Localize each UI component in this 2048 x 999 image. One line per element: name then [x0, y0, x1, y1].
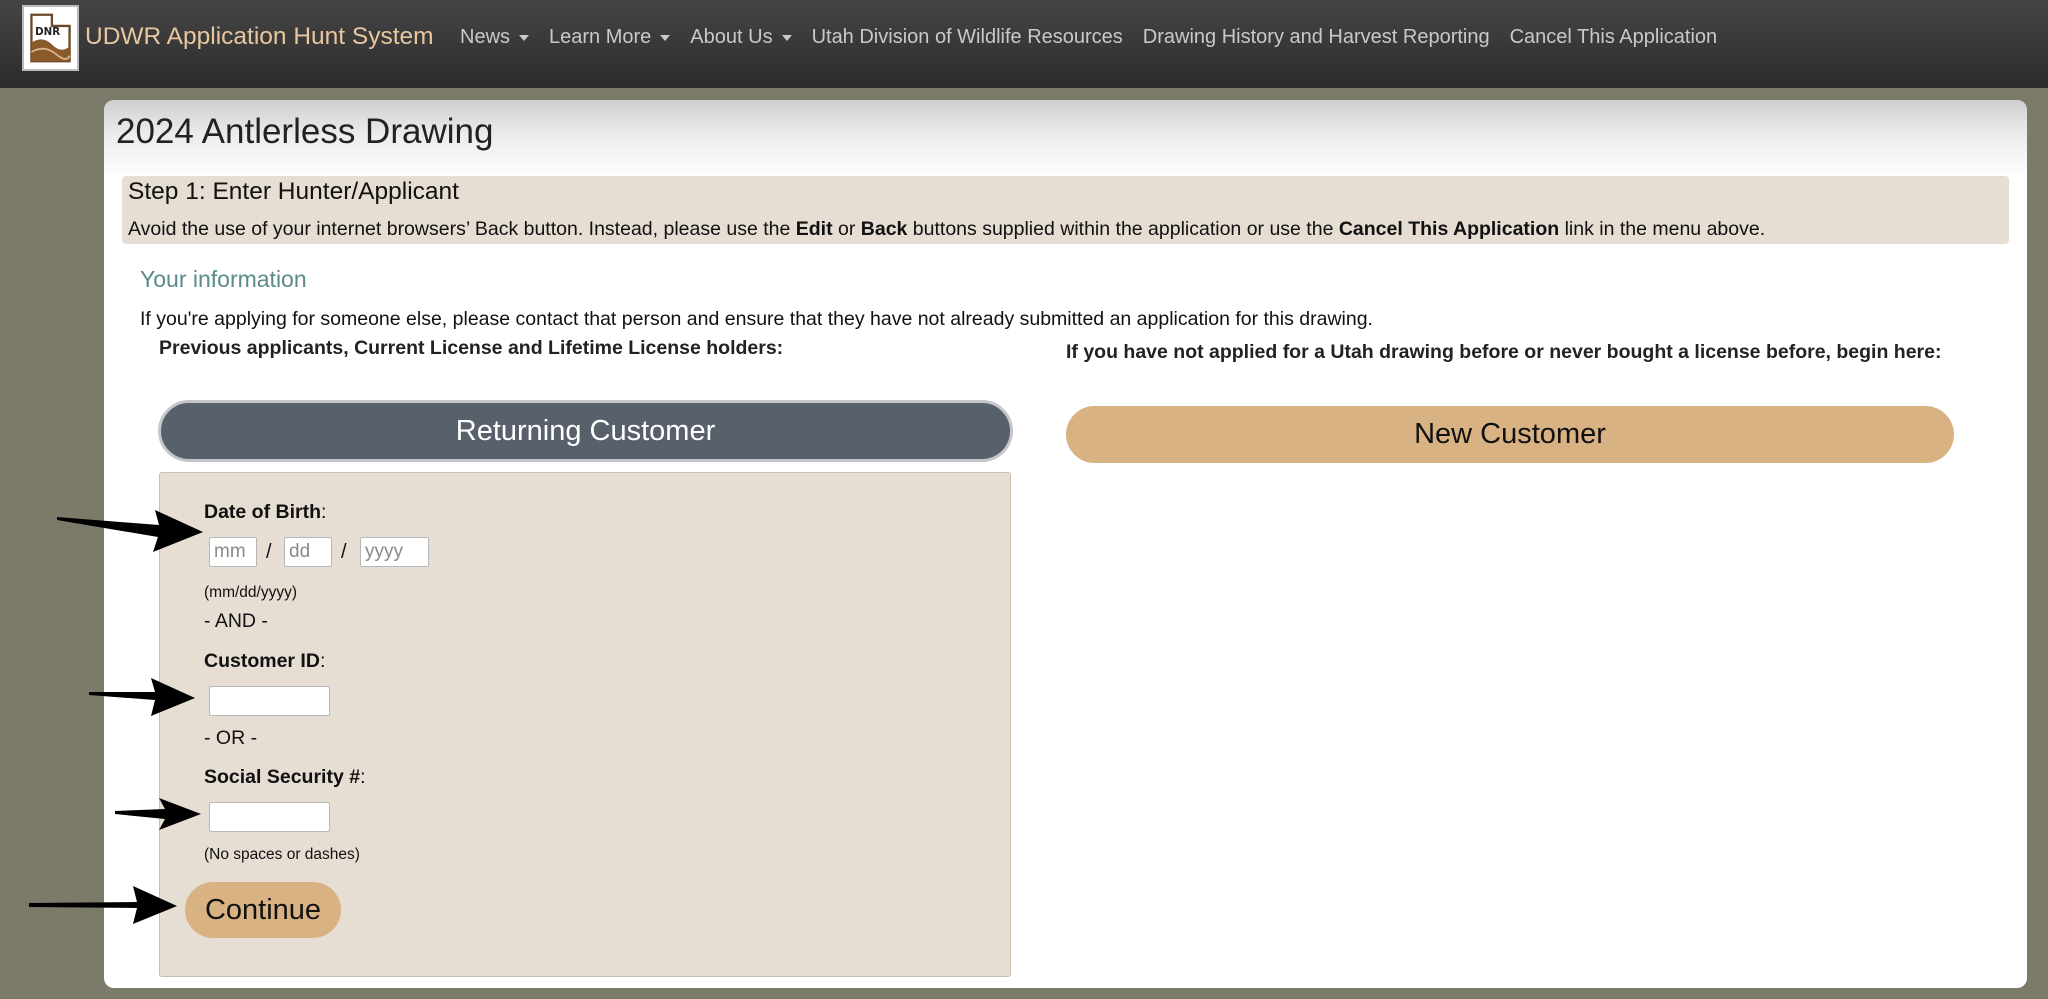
arrow-right-icon: [57, 510, 203, 552]
dnr-logo[interactable]: DNR: [22, 5, 79, 71]
back-emphasis: Back: [860, 218, 908, 240]
customer-id-input[interactable]: [209, 686, 330, 716]
dob-day-input[interactable]: [284, 537, 332, 567]
arrow-right-icon: [29, 886, 177, 924]
nav-udwr[interactable]: Utah Division of Wildlife Resources: [812, 26, 1123, 49]
returning-customer-form: Date of Birth: / / (mm/dd/yyyy) - AND - …: [159, 472, 1011, 977]
nav-about-us[interactable]: About Us: [690, 26, 792, 49]
edit-emphasis: Edit: [795, 218, 833, 240]
or-separator: - OR -: [204, 727, 258, 749]
returning-heading: Previous applicants, Current License and…: [159, 337, 784, 359]
dob-year-input[interactable]: [360, 537, 429, 567]
returning-customer-button[interactable]: Returning Customer: [158, 400, 1013, 462]
nav-learn-more[interactable]: Learn More: [549, 26, 671, 49]
customer-id-label: Customer ID:: [204, 650, 326, 672]
page-title: 2024 Antlerless Drawing: [116, 112, 494, 151]
top-navbar: DNR UDWR Application Hunt System News Le…: [0, 0, 2048, 88]
dob-hint: (mm/dd/yyyy): [204, 584, 297, 601]
chevron-down-icon: [660, 34, 671, 41]
ssn-hint: (No spaces or dashes): [204, 846, 360, 863]
chevron-down-icon: [781, 34, 792, 41]
dob-label: Date of Birth:: [204, 501, 327, 523]
dob-slash: /: [341, 541, 347, 563]
section-heading: Your information: [140, 266, 307, 292]
step-note: Avoid the use of your internet browsers’…: [128, 218, 1766, 240]
new-customer-button[interactable]: New Customer: [1066, 406, 1954, 463]
ssn-input[interactable]: [209, 802, 330, 832]
ssn-label: Social Security #:: [204, 766, 366, 788]
main-card: 2024 Antlerless Drawing Step 1: Enter Hu…: [104, 100, 2027, 988]
arrow-right-icon: [115, 798, 201, 830]
brand-title[interactable]: UDWR Application Hunt System: [85, 23, 434, 51]
cancel-emphasis: Cancel This Application: [1338, 218, 1560, 240]
arrow-right-icon: [89, 678, 195, 716]
nav-drawing-history[interactable]: Drawing History and Harvest Reporting: [1143, 26, 1490, 49]
new-heading: If you have not applied for a Utah drawi…: [1066, 341, 1942, 363]
chevron-down-icon: [519, 34, 530, 41]
and-separator: - AND -: [204, 610, 268, 632]
intro-text: If you're applying for someone else, ple…: [140, 308, 1373, 330]
nav-menu: News Learn More About Us Utah Division o…: [460, 26, 1737, 49]
step-title: Step 1: Enter Hunter/Applicant: [128, 178, 459, 205]
svg-text:DNR: DNR: [35, 27, 60, 38]
continue-button[interactable]: Continue: [185, 882, 341, 938]
dob-month-input[interactable]: [209, 537, 257, 567]
dob-slash: /: [266, 541, 272, 563]
step-banner: Step 1: Enter Hunter/Applicant Avoid the…: [122, 176, 2009, 244]
card-header: 2024 Antlerless Drawing: [104, 100, 2027, 178]
nav-cancel-application[interactable]: Cancel This Application: [1510, 26, 1718, 49]
nav-news[interactable]: News: [460, 26, 530, 49]
utah-dnr-logo-icon: DNR: [27, 11, 74, 65]
